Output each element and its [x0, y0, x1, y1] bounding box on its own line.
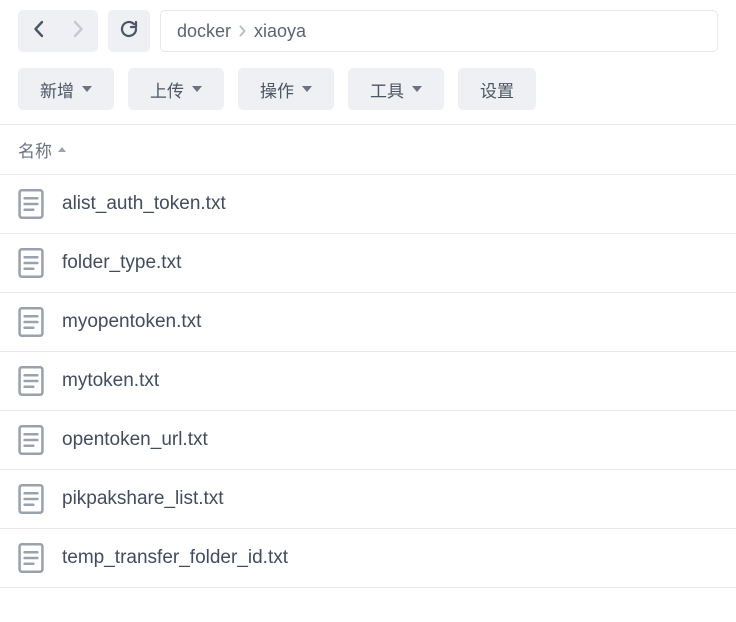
file-name: mytoken.txt — [62, 370, 159, 392]
nav-history-group — [18, 10, 98, 52]
breadcrumb-item[interactable]: xiaoya — [254, 21, 306, 42]
file-text-icon — [18, 366, 44, 396]
file-name: temp_transfer_folder_id.txt — [62, 547, 288, 569]
list-item[interactable]: temp_transfer_folder_id.txt — [0, 529, 736, 588]
chevron-right-icon — [73, 20, 84, 43]
table-header: 名称 — [0, 124, 736, 175]
breadcrumb[interactable]: docker xiaoya — [160, 10, 718, 52]
button-label: 设置 — [480, 77, 514, 102]
list-item[interactable]: mytoken.txt — [0, 352, 736, 411]
refresh-icon — [119, 19, 139, 44]
forward-button[interactable] — [58, 10, 98, 52]
tools-button[interactable]: 工具 — [348, 68, 444, 110]
chevron-right-icon — [239, 21, 246, 42]
list-item[interactable]: opentoken_url.txt — [0, 411, 736, 470]
caret-down-icon — [302, 86, 312, 92]
file-text-icon — [18, 484, 44, 514]
new-button[interactable]: 新增 — [18, 68, 114, 110]
column-label: 名称 — [18, 137, 52, 162]
list-item[interactable]: myopentoken.txt — [0, 293, 736, 352]
action-button[interactable]: 操作 — [238, 68, 334, 110]
button-label: 操作 — [260, 77, 294, 102]
file-text-icon — [18, 425, 44, 455]
file-name: myopentoken.txt — [62, 311, 201, 333]
file-list: alist_auth_token.txt folder_type.txtmyope… — [0, 175, 736, 588]
file-name: opentoken_url.txt — [62, 429, 208, 451]
back-button[interactable] — [18, 10, 58, 52]
file-name: alist_auth_token.txt — [62, 193, 226, 215]
list-item[interactable]: pikpakshare_list.txt — [0, 470, 736, 529]
button-label: 新增 — [40, 77, 74, 102]
sort-ascending-icon — [58, 147, 66, 152]
file-text-icon — [18, 189, 44, 219]
upload-button[interactable]: 上传 — [128, 68, 224, 110]
caret-down-icon — [82, 86, 92, 92]
caret-down-icon — [192, 86, 202, 92]
list-item[interactable]: folder_type.txt — [0, 234, 736, 293]
breadcrumb-item[interactable]: docker — [177, 21, 231, 42]
button-label: 工具 — [370, 77, 404, 102]
navigation-bar: docker xiaoya — [0, 0, 736, 62]
chevron-left-icon — [33, 20, 44, 43]
caret-down-icon — [412, 86, 422, 92]
file-text-icon — [18, 248, 44, 278]
button-label: 上传 — [150, 77, 184, 102]
file-name: folder_type.txt — [62, 252, 181, 274]
toolbar: 新增 上传 操作 工具 设置 — [0, 62, 736, 124]
list-item[interactable]: alist_auth_token.txt — [0, 175, 736, 234]
settings-button[interactable]: 设置 — [458, 68, 536, 110]
column-header-name[interactable]: 名称 — [18, 137, 66, 162]
file-text-icon — [18, 307, 44, 337]
refresh-button[interactable] — [108, 10, 150, 52]
file-name: pikpakshare_list.txt — [62, 488, 224, 510]
file-text-icon — [18, 543, 44, 573]
